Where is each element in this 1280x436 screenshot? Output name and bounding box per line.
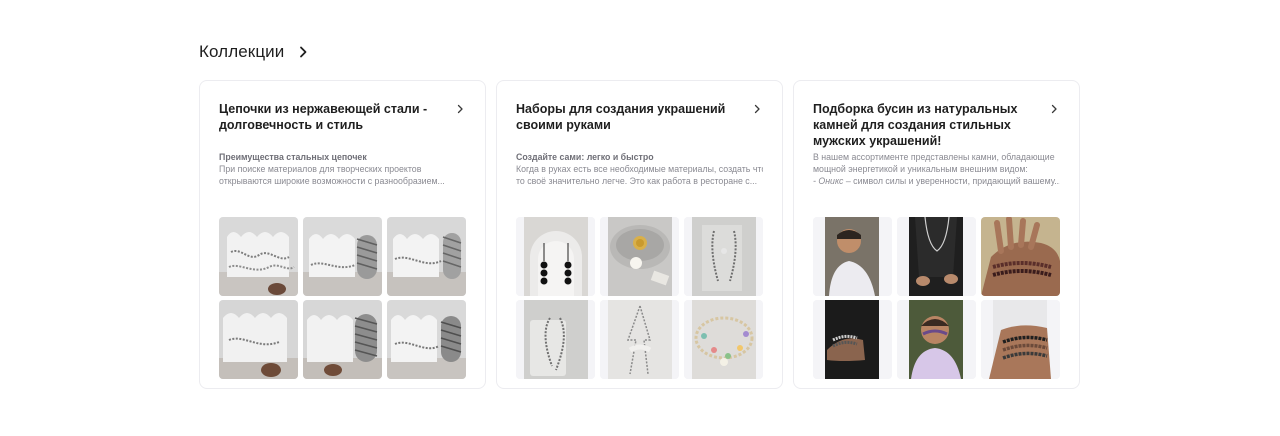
card-description-italic: - Оникс: [813, 176, 844, 186]
card-title[interactable]: Подборка бусин из натуральных камней для…: [813, 101, 1045, 149]
section-header[interactable]: Коллекции: [199, 40, 310, 64]
chevron-right-icon[interactable]: [1048, 103, 1060, 115]
card-description-line: - Оникс – символ силы и уверенности, при…: [813, 175, 1060, 187]
card-thumbnails: [813, 217, 1060, 379]
card-description: Преимущества стальных цепочек При поиске…: [219, 151, 466, 189]
chevron-right-icon[interactable]: [454, 103, 466, 115]
collections-cards: Цепочки из нержавеющей стали - долговечн…: [199, 80, 1080, 389]
product-thumbnail[interactable]: [219, 300, 298, 379]
card-description-line: открываются широкие возможности с разноо…: [219, 176, 445, 186]
collections-section: Коллекции Цепочки из нержавеющей стали -…: [0, 0, 1280, 436]
product-thumbnail[interactable]: [684, 217, 763, 296]
product-thumbnail[interactable]: [303, 217, 382, 296]
product-thumbnail[interactable]: [600, 300, 679, 379]
card-title[interactable]: Цепочки из нержавеющей стали - долговечн…: [219, 101, 451, 133]
card-description-line: Когда в руках есть все необходимые матер…: [516, 164, 763, 174]
card-description-line: В нашем ассортименте представлены камни,…: [813, 152, 1055, 162]
product-thumbnail[interactable]: [684, 300, 763, 379]
product-thumbnail[interactable]: [981, 217, 1060, 296]
product-thumbnail[interactable]: [981, 300, 1060, 379]
card-description-line: При поиске материалов для творческих про…: [219, 164, 422, 174]
card-description-line: то своё значительно легче. Это как работ…: [516, 176, 758, 186]
collection-card-natural-stone-beads[interactable]: Подборка бусин из натуральных камней для…: [793, 80, 1080, 389]
card-header[interactable]: Подборка бусин из натуральных камней для…: [813, 100, 1060, 148]
card-thumbnails: [219, 217, 466, 379]
product-thumbnail[interactable]: [897, 300, 976, 379]
card-header[interactable]: Цепочки из нержавеющей стали - долговечн…: [219, 100, 466, 138]
collection-card-steel-chains[interactable]: Цепочки из нержавеющей стали - долговечн…: [199, 80, 486, 389]
card-title[interactable]: Наборы для создания украшений своими рук…: [516, 101, 748, 133]
product-thumbnail[interactable]: [897, 217, 976, 296]
card-description-text: – символ силы и уверенности, придающий в…: [843, 176, 1060, 186]
product-thumbnail[interactable]: [813, 217, 892, 296]
product-thumbnail[interactable]: [303, 300, 382, 379]
card-description-heading: Создайте сами: легко и быстро: [516, 152, 654, 162]
collection-card-jewelry-kits[interactable]: Наборы для создания украшений своими рук…: [496, 80, 783, 389]
card-description-heading: Преимущества стальных цепочек: [219, 152, 367, 162]
section-title[interactable]: Коллекции: [199, 42, 284, 62]
product-thumbnail[interactable]: [387, 217, 466, 296]
card-description: Создайте сами: легко и быстро Когда в ру…: [516, 151, 763, 189]
chevron-right-icon[interactable]: [751, 103, 763, 115]
product-thumbnail[interactable]: [387, 300, 466, 379]
card-description: В нашем ассортименте представлены камни,…: [813, 151, 1060, 189]
card-description-line: мощной энергетикой и уникальным внешним …: [813, 164, 1028, 174]
product-thumbnail[interactable]: [813, 300, 892, 379]
product-thumbnail[interactable]: [516, 300, 595, 379]
card-header[interactable]: Наборы для создания украшений своими рук…: [516, 100, 763, 138]
product-thumbnail[interactable]: [600, 217, 679, 296]
product-thumbnail[interactable]: [219, 217, 298, 296]
card-thumbnails: [516, 217, 763, 379]
chevron-right-icon[interactable]: [296, 45, 310, 59]
product-thumbnail[interactable]: [516, 217, 595, 296]
